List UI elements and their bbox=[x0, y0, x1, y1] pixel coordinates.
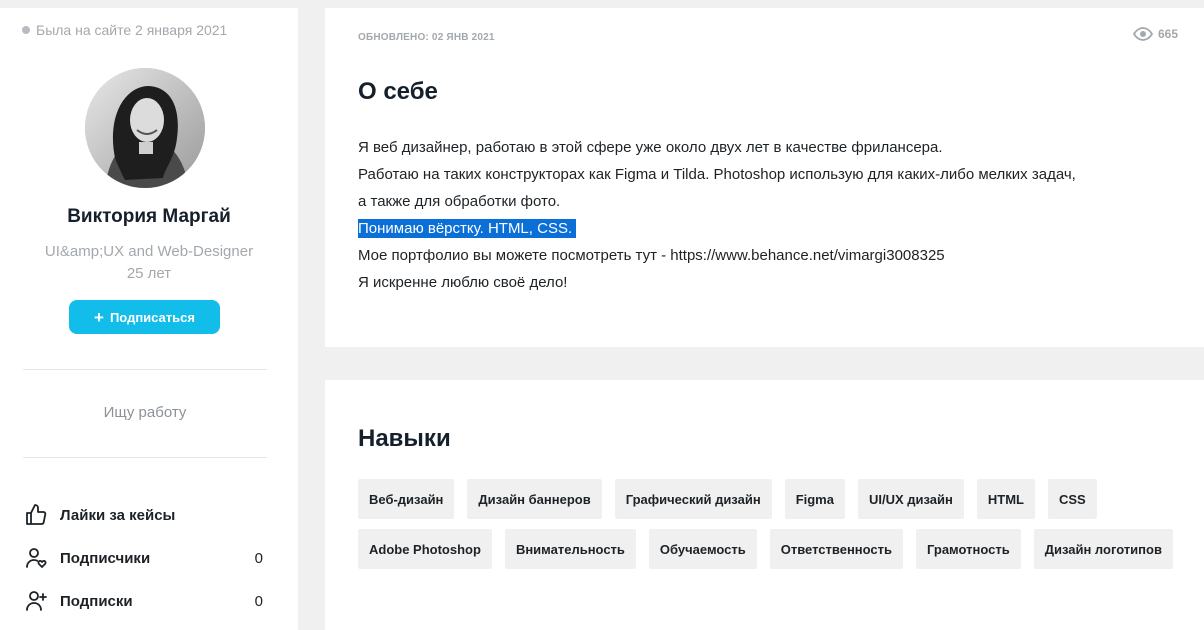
eye-icon bbox=[1132, 27, 1153, 41]
selected-text: Понимаю вёрстку. HTML, CSS. bbox=[358, 219, 577, 238]
divider bbox=[23, 369, 267, 370]
profile-sidebar: Была на сайте 2 января 2021 Виктория Мар… bbox=[0, 8, 298, 630]
thumbs-up-icon bbox=[23, 502, 49, 528]
stat-count: 0 bbox=[254, 592, 263, 610]
stat-label: Подписчики bbox=[60, 549, 151, 567]
about-title: О себе bbox=[358, 78, 438, 105]
skills-list: Веб-дизайн Дизайн баннеров Графический д… bbox=[358, 479, 1178, 569]
stat-label: Подписки bbox=[60, 592, 133, 610]
skills-card: Навыки Веб-дизайн Дизайн баннеров Графич… bbox=[325, 380, 1204, 630]
profile-name: Виктория Маргай bbox=[67, 206, 231, 227]
avatar[interactable] bbox=[85, 68, 205, 188]
skill-tag[interactable]: Графический дизайн bbox=[614, 479, 772, 519]
stat-count: 0 bbox=[254, 549, 263, 567]
about-text: Я веб дизайнер, работаю в этой сфере уже… bbox=[358, 134, 1198, 296]
skill-tag[interactable]: Ответственность bbox=[769, 529, 904, 569]
skill-tag[interactable]: Внимательность bbox=[504, 529, 636, 569]
about-line-selected: Понимаю вёрстку. HTML, CSS. bbox=[358, 215, 1198, 242]
stat-followers[interactable]: Подписчики 0 bbox=[23, 543, 263, 573]
about-line: Я искренне люблю своё дело! bbox=[358, 274, 568, 291]
last-seen-text: Была на сайте 2 января 2021 bbox=[36, 22, 228, 38]
stat-following[interactable]: Подписки 0 bbox=[23, 586, 263, 616]
views-count: 665 bbox=[1157, 27, 1178, 41]
subscribe-button[interactable]: + Подписаться bbox=[69, 300, 220, 334]
stat-likes[interactable]: Лайки за кейсы bbox=[23, 500, 263, 530]
plus-icon: + bbox=[94, 307, 104, 327]
avatar-photo-icon bbox=[85, 68, 205, 188]
updated-date: ОБНОВЛЕНО: 02 ЯНВ 2021 bbox=[358, 32, 495, 43]
profile-title: UI&amp;UX and Web-Designer bbox=[44, 243, 254, 260]
views-counter: 665 bbox=[1132, 27, 1178, 41]
profile-age: 25 лет bbox=[126, 265, 172, 282]
about-line: а также для обработки фото. bbox=[358, 193, 561, 210]
user-heart-icon bbox=[23, 545, 49, 571]
about-line: Работаю на таких конструкторах как Figma… bbox=[358, 166, 1076, 183]
skill-tag[interactable]: Дизайн баннеров bbox=[467, 479, 602, 519]
divider bbox=[23, 457, 267, 458]
user-plus-icon bbox=[23, 588, 49, 614]
skill-tag[interactable]: Figma bbox=[784, 479, 845, 519]
offline-dot-icon bbox=[22, 26, 30, 34]
about-card: ОБНОВЛЕНО: 02 ЯНВ 2021 665 О себе Я веб … bbox=[325, 8, 1204, 347]
skill-tag[interactable]: UI/UX дизайн bbox=[857, 479, 964, 519]
profile-page: Была на сайте 2 января 2021 Виктория Мар… bbox=[0, 0, 1204, 630]
last-seen-status: Была на сайте 2 января 2021 bbox=[22, 22, 227, 38]
job-status: Ищу работу bbox=[103, 404, 187, 421]
about-line: Я веб дизайнер, работаю в этой сфере уже… bbox=[358, 139, 943, 156]
subscribe-label: Подписаться bbox=[109, 309, 195, 325]
skill-tag[interactable]: Обучаемость bbox=[648, 529, 757, 569]
skill-tag[interactable]: Дизайн логотипов bbox=[1033, 529, 1173, 569]
skills-title: Навыки bbox=[358, 425, 451, 452]
about-line: Мое портфолио вы можете посмотреть тут -… bbox=[358, 247, 945, 264]
skill-tag[interactable]: Adobe Photoshop bbox=[358, 529, 492, 569]
skill-tag[interactable]: Грамотность bbox=[916, 529, 1021, 569]
skill-tag[interactable]: HTML bbox=[976, 479, 1035, 519]
skill-tag[interactable]: CSS bbox=[1047, 479, 1097, 519]
stat-label: Лайки за кейсы bbox=[60, 506, 176, 524]
skill-tag[interactable]: Веб-дизайн bbox=[358, 479, 455, 519]
